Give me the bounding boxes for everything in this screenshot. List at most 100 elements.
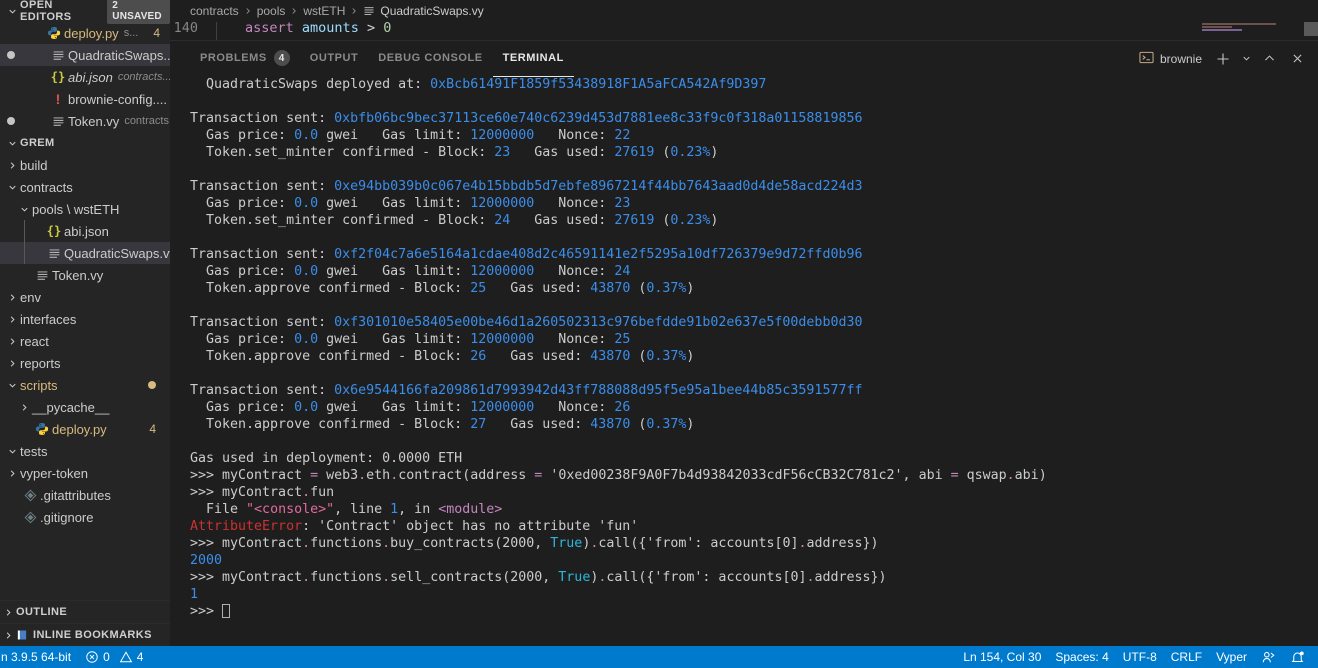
terminal-text: '0xed00238F9A0F7b4d93842033cdF56cCB32C78… bbox=[542, 468, 951, 483]
problems-status[interactable]: 0 4 bbox=[78, 646, 150, 668]
open-editor-item[interactable]: Token.vy contracts bbox=[0, 110, 170, 132]
chevron-down-icon bbox=[4, 135, 20, 151]
chevron-right-icon bbox=[243, 6, 253, 16]
terminal-selector[interactable]: brownie bbox=[1133, 47, 1208, 71]
breadcrumb[interactable]: contracts pools wstETH QuadraticSwaps.vy bbox=[170, 0, 1318, 22]
tree-item-gitignore[interactable]: .gitignore bbox=[0, 506, 170, 528]
chevron-right-icon bbox=[4, 314, 20, 325]
tree-item-env[interactable]: env bbox=[0, 286, 170, 308]
terminal-text: Nonce: bbox=[534, 264, 615, 279]
tree-item-abi-json[interactable]: {} abi.json bbox=[0, 220, 170, 242]
vyper-icon bbox=[44, 247, 64, 260]
tree-item-token-vy[interactable]: Token.vy bbox=[0, 264, 170, 286]
terminal-text: 0.23% bbox=[670, 213, 711, 228]
open-editor-item[interactable]: ! brownie-config.... bbox=[0, 88, 170, 110]
tree-item-pools-wsteth[interactable]: pools \ wstETH bbox=[0, 198, 170, 220]
live-share-icon[interactable] bbox=[1254, 646, 1283, 668]
terminal-text: Gas used: bbox=[486, 417, 591, 432]
close-panel-button[interactable] bbox=[1284, 47, 1310, 71]
terminal-line: >>> myContract.functions.buy_contracts(2… bbox=[190, 535, 1318, 552]
cursor-position-status[interactable]: Ln 154, Col 30 bbox=[956, 646, 1048, 668]
tree-item-pycache[interactable]: __pycache__ bbox=[0, 396, 170, 418]
terminal-text: 0.0 bbox=[294, 332, 319, 347]
tree-item-contracts[interactable]: contracts bbox=[0, 176, 170, 198]
breadcrumb-item[interactable]: wstETH bbox=[303, 4, 345, 18]
maximize-panel-button[interactable] bbox=[1256, 47, 1282, 71]
open-editor-item[interactable]: deploy.py s... 4 bbox=[0, 22, 170, 44]
unsaved-dot bbox=[7, 51, 15, 59]
tree-item-reports[interactable]: reports bbox=[0, 352, 170, 374]
scrollbar-thumb[interactable] bbox=[1304, 22, 1318, 36]
encoding-status[interactable]: UTF-8 bbox=[1116, 646, 1164, 668]
tree-item-gitattributes[interactable]: .gitattributes bbox=[0, 484, 170, 506]
terminal-text: . bbox=[382, 536, 391, 551]
terminal-output[interactable]: QuadraticSwaps deployed at: 0xBcb61491F1… bbox=[170, 76, 1318, 646]
sidebar-section-outline[interactable]: OUTLINE bbox=[0, 600, 170, 623]
open-editor-item[interactable]: QuadraticSwaps.... bbox=[0, 44, 178, 66]
breadcrumb-item[interactable]: pools bbox=[257, 4, 286, 18]
language-mode-status[interactable]: Vyper bbox=[1209, 646, 1254, 668]
tree-item-vyper-token[interactable]: vyper-token bbox=[0, 462, 170, 484]
terminal-text: <module> bbox=[438, 502, 503, 517]
terminal-text: Transaction sent: bbox=[190, 179, 335, 194]
new-terminal-button[interactable] bbox=[1210, 47, 1236, 71]
tree-item-scripts[interactable]: scripts bbox=[0, 374, 170, 396]
unsaved-dot bbox=[7, 117, 15, 125]
breadcrumb-item[interactable]: QuadraticSwaps.vy bbox=[380, 4, 483, 18]
chevron-right-icon bbox=[0, 630, 16, 641]
terminal-line: Transaction sent: 0xe94bb039b0c067e4b15b… bbox=[190, 178, 1318, 195]
chevron-down-icon bbox=[4, 182, 20, 193]
terminal-text: , in bbox=[398, 502, 439, 517]
python-version-status[interactable]: n 3.9.5 64-bit bbox=[0, 646, 78, 668]
line-endings-status[interactable]: CRLF bbox=[1164, 646, 1209, 668]
explorer-header[interactable]: GREM bbox=[0, 132, 170, 154]
notifications-bell-icon[interactable] bbox=[1283, 646, 1312, 668]
tree-item-tests[interactable]: tests bbox=[0, 440, 170, 462]
terminal-text: 0.37% bbox=[646, 349, 687, 364]
tree-item-build[interactable]: build bbox=[0, 154, 170, 176]
terminal-text: 0xe94bb039b0c067e4b15bbdb5d7ebfe8967214f… bbox=[334, 179, 863, 194]
bottom-panel: PROBLEMS 4 OUTPUT DEBUG CONSOLE TERMINAL bro… bbox=[170, 40, 1318, 646]
terminal-text: True bbox=[558, 570, 591, 585]
tree-item-react[interactable]: react bbox=[0, 330, 170, 352]
terminal-text: address}) bbox=[814, 570, 887, 585]
tab-output[interactable]: OUTPUT bbox=[300, 41, 369, 77]
chevron-down-icon bbox=[4, 446, 20, 457]
terminal-text: gwei Gas limit: bbox=[318, 332, 471, 347]
open-editor-filename: deploy.py bbox=[64, 25, 119, 41]
terminal-text: 25 bbox=[614, 332, 631, 347]
indentation-status[interactable]: Spaces: 4 bbox=[1048, 646, 1115, 668]
terminal-text: ( bbox=[630, 349, 647, 364]
chevron-right-icon bbox=[4, 292, 20, 303]
terminal-dropdown-button[interactable] bbox=[1238, 47, 1254, 71]
tab-debug-console[interactable]: DEBUG CONSOLE bbox=[368, 41, 492, 77]
terminal-line: >>> bbox=[190, 603, 1318, 620]
sidebar-section-inline-bookmarks[interactable]: INLINE BOOKMARKS bbox=[0, 623, 170, 646]
open-editor-item[interactable]: {} abi.json contracts... bbox=[0, 66, 170, 88]
breadcrumb-item[interactable]: contracts bbox=[190, 4, 239, 18]
open-editors-header[interactable]: OPEN EDITORS 2 UNSAVED bbox=[0, 0, 170, 24]
terminal-text: abi) bbox=[1014, 468, 1047, 483]
chevron-right-icon bbox=[16, 402, 32, 413]
tree-item-label: vyper-token bbox=[20, 465, 88, 481]
terminal-text: . bbox=[382, 570, 391, 585]
tab-problems[interactable]: PROBLEMS 4 bbox=[190, 41, 300, 77]
terminal-text: Token.approve confirmed - Block: bbox=[190, 349, 471, 364]
tab-terminal[interactable]: TERMINAL bbox=[492, 41, 574, 77]
status-bar-right: Ln 154, Col 30 Spaces: 4 UTF-8 CRLF Vype… bbox=[956, 646, 1318, 668]
tree-item-deploy-py[interactable]: deploy.py 4 bbox=[0, 418, 170, 440]
terminal-text: Gas used: bbox=[486, 349, 591, 364]
tab-label: OUTPUT bbox=[309, 52, 359, 64]
editor-scrollbar[interactable] bbox=[1304, 0, 1318, 40]
open-editors-section: OPEN EDITORS 2 UNSAVED deploy.py s... 4 Qua… bbox=[0, 0, 178, 132]
terminal-text: 0xbfb06bc9bec37113ce60e740c6239d453d7881… bbox=[334, 111, 863, 126]
terminal-text: 26 bbox=[614, 400, 631, 415]
tree-item-quadraticswaps-vy[interactable]: QuadraticSwaps.vy bbox=[0, 242, 170, 264]
terminal-text: Gas used: bbox=[510, 213, 615, 228]
terminal-text: : 'Contract' object has no attribute 'fu… bbox=[302, 519, 639, 534]
terminal-text: ( bbox=[630, 417, 647, 432]
tree-item-interfaces[interactable]: interfaces bbox=[0, 308, 170, 330]
